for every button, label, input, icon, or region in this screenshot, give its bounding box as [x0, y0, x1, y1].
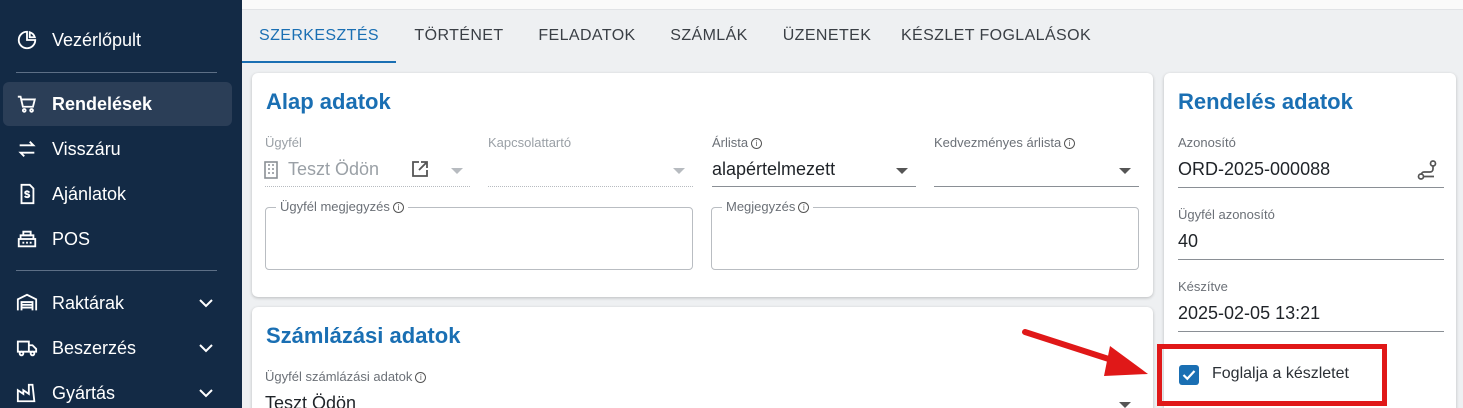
discount-pricelist-field-underline[interactable] — [934, 186, 1139, 187]
cart-icon — [15, 92, 39, 116]
tab-stock-reservations[interactable]: KÉSZLET FOGLALÁSOK — [890, 10, 1102, 62]
chevron-down-icon — [199, 344, 213, 353]
sidebar-item-label: Ajánlatok — [52, 183, 127, 204]
customer-note-textarea[interactable]: Ügyfél megjegyzés i — [265, 199, 693, 270]
basic-data-title: Alap adatok — [266, 89, 391, 114]
sidebar-item-procurement[interactable]: Beszerzés — [3, 326, 232, 370]
building-icon — [264, 161, 278, 179]
dashboard-pie-icon — [15, 28, 39, 52]
sidebar-item-label: Rendelések — [52, 93, 153, 114]
sidebar-item-label: POS — [52, 228, 91, 249]
cash-register-icon — [15, 227, 39, 251]
sidebar-item-orders[interactable]: Rendelések — [3, 82, 232, 126]
document-dollar-icon — [15, 182, 39, 206]
sidebar-divider — [16, 72, 217, 73]
sidebar-item-returns[interactable]: Visszáru — [3, 127, 232, 171]
customer-id-underline — [1178, 259, 1444, 260]
tab-messages[interactable]: ÜZENETEK — [766, 10, 888, 62]
info-icon: i — [798, 202, 810, 213]
pricelist-field-underline — [712, 186, 916, 187]
header-strip — [242, 0, 1463, 10]
discount-pricelist-label: Kedvezményes árlista i — [934, 135, 1076, 150]
created-label: Készítve — [1178, 279, 1228, 294]
customer-id-value: 40 — [1178, 231, 1199, 251]
chevron-down-icon — [199, 389, 213, 398]
contact-dropdown-caret[interactable] — [673, 168, 685, 174]
discount-pricelist-dropdown-caret[interactable] — [1119, 168, 1131, 174]
sidebar-item-warehouses[interactable]: Raktárak — [3, 281, 232, 325]
annotation-highlight-box — [1157, 344, 1387, 406]
customer-note-label: Ügyfél megjegyzés i — [276, 199, 408, 214]
pricelist-label: Árlista i — [712, 135, 763, 150]
pricelist-dropdown-caret[interactable] — [896, 168, 908, 174]
sidebar-item-label: Beszerzés — [52, 337, 137, 358]
customer-field-underline — [265, 186, 470, 187]
info-icon: i — [1064, 138, 1076, 149]
basic-data-card: Alap adatok Ügyfél Teszt Ödön Kapcsolatt… — [252, 73, 1153, 297]
active-tab-indicator — [242, 61, 396, 63]
sidebar-item-label: Raktárak — [52, 292, 125, 313]
order-id-label: Azonosító — [1178, 135, 1236, 150]
created-underline — [1178, 331, 1444, 332]
sidebar-divider — [16, 270, 217, 271]
billing-dropdown-caret[interactable] — [1119, 402, 1131, 408]
sidebar-item-dashboard[interactable]: Vezérlőpult — [3, 18, 232, 62]
sidebar-item-label: Gyártás — [52, 382, 116, 403]
note-textarea[interactable]: Megjegyzés i — [711, 199, 1139, 270]
customer-dropdown-caret[interactable] — [451, 168, 463, 174]
order-data-title: Rendelés adatok — [1178, 89, 1353, 114]
billing-details-label: Ügyfél számlázási adatok i — [265, 369, 427, 384]
customer-value: Teszt Ödön — [288, 159, 380, 179]
order-id-underline — [1178, 187, 1444, 188]
info-icon: i — [392, 202, 404, 213]
billing-details-value[interactable]: Teszt Ödön — [265, 393, 356, 408]
customer-label: Ügyfél — [265, 135, 302, 150]
order-id-value: ORD-2025-000088 — [1178, 159, 1331, 179]
sidebar: Vezérlőpult Rendelések Visszáru Ajánlato… — [0, 0, 242, 408]
route-icon[interactable] — [1416, 159, 1438, 181]
contact-label: Kapcsolattartó — [488, 135, 572, 150]
pricelist-value[interactable]: alapértelmezett — [712, 159, 835, 180]
sidebar-item-manufacturing[interactable]: Gyártás — [3, 371, 232, 408]
truck-icon — [15, 336, 39, 360]
factory-icon — [15, 381, 39, 405]
open-external-icon[interactable] — [410, 159, 430, 179]
chevron-down-icon — [199, 299, 213, 308]
sidebar-item-pos[interactable]: POS — [3, 217, 232, 261]
sidebar-item-offers[interactable]: Ajánlatok — [3, 172, 232, 216]
tab-tasks[interactable]: FELADATOK — [522, 10, 652, 62]
info-icon: i — [751, 138, 763, 149]
tab-invoices[interactable]: SZÁMLÁK — [654, 10, 764, 62]
tab-edit[interactable]: SZERKESZTÉS — [242, 10, 396, 62]
customer-id-label: Ügyfél azonosító — [1178, 207, 1275, 222]
created-value: 2025-02-05 13:21 — [1178, 303, 1321, 323]
swap-arrows-icon — [15, 137, 39, 161]
sidebar-item-label: Vezérlőpult — [52, 29, 142, 50]
billing-data-card: Számlázási adatok Ügyfél számlázási adat… — [252, 307, 1153, 408]
info-icon: i — [415, 372, 427, 383]
sidebar-item-label: Visszáru — [52, 138, 121, 159]
tab-history[interactable]: TÖRTÉNET — [398, 10, 520, 62]
contact-field-underline[interactable] — [488, 186, 693, 187]
note-label: Megjegyzés i — [722, 199, 814, 214]
billing-data-title: Számlázási adatok — [266, 323, 461, 348]
warehouse-icon — [15, 291, 39, 315]
